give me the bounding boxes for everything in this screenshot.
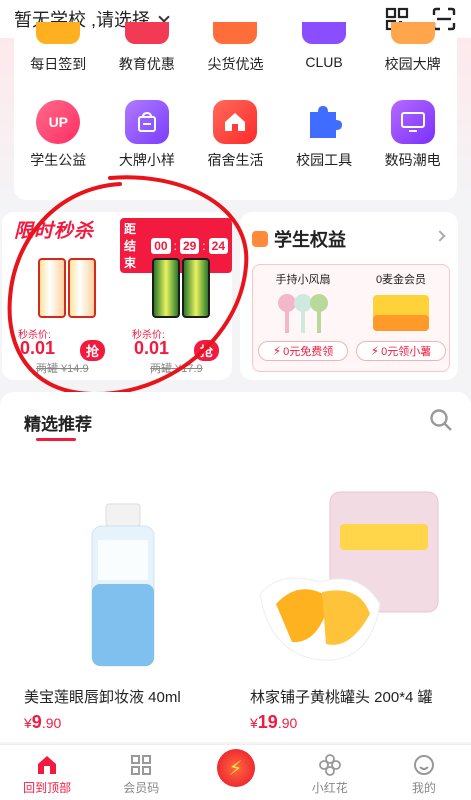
nav-campus-brands[interactable]: 校园大牌 [368, 22, 457, 74]
rights-item-name: 0麦金会员 [375, 274, 427, 286]
nav-label: 宿舍生活 [207, 152, 264, 168]
tab-label: 会员码 [123, 781, 160, 795]
edu-icon [124, 22, 169, 44]
quick-nav-card: 每日签到 教育优惠 尖货优选 CLUB 校园大牌 UP 学生公益 大牌小样 宿舍… [14, 22, 457, 200]
house-icon [213, 100, 258, 144]
puzzle-icon [302, 100, 346, 144]
flash-sale-header: 限时秒杀 距结束 00 : 29 : 24 [2, 212, 232, 273]
tab-back-to-top[interactable]: 回到顶部 [0, 745, 94, 800]
recommend-title: 精选推荐 [24, 415, 92, 434]
product-image [14, 474, 232, 674]
nav-student-charity[interactable]: UP 学生公益 [14, 100, 103, 170]
flash-sale-title: 限时秒杀 [14, 221, 95, 242]
product-card-makeup-remover[interactable]: 美宝莲眼唇卸妆液 40ml ¥9.90 [14, 474, 232, 736]
product-card-yellow-peach[interactable]: 林家铺子黄桃罐头 200*4 罐 ¥19.90 [240, 474, 458, 736]
tab-little-red-flower[interactable]: 小红花 [283, 745, 377, 800]
bottom-tab-bar: 回到顶部 会员码 ⚡ 小红花 我的 [0, 744, 471, 800]
tab-lightning[interactable]: ⚡ [188, 745, 282, 800]
quick-nav-row-2: UP 学生公益 大牌小样 宿舍生活 校园工具 数码潮电 [14, 100, 457, 170]
shopping-bag-icon [124, 100, 169, 144]
nav-label: 校园工具 [296, 152, 353, 168]
product-price: ¥19.90 [250, 712, 298, 732]
lightning-icon: ⚡ [216, 749, 255, 787]
rights-items: 手持小风扇 ⚡ 0元免费领 0麦金会员 ⚡ 0元领小薯 [252, 264, 450, 372]
up-heart-icon: UP [36, 100, 81, 144]
campus-brands-icon [390, 22, 435, 44]
rights-item-fan[interactable]: 手持小风扇 ⚡ 0元免费领 [255, 271, 351, 361]
tab-label: 回到顶部 [23, 781, 72, 795]
flash-price: 0.01 [20, 338, 56, 358]
tab-underline [36, 438, 76, 441]
nav-edu-discount[interactable]: 教育优惠 [103, 22, 192, 74]
product-image [152, 258, 210, 318]
grab-button[interactable]: 抢 [80, 340, 106, 361]
student-rights-title: 学生权益 [274, 230, 346, 250]
nav-label: 大牌小样 [118, 152, 175, 168]
nav-label: 教育优惠 [118, 56, 175, 72]
lightning-icon: ⚡ [370, 344, 380, 358]
flower-icon [318, 753, 342, 777]
monitor-icon [390, 100, 435, 144]
member-card-image [371, 291, 431, 335]
student-rights-header: 学生权益 [252, 226, 346, 252]
original-price: 两罐 ¥17.9 [150, 363, 203, 375]
colon: : [173, 238, 177, 253]
flash-price: 0.01 [134, 338, 170, 358]
search-icon[interactable] [429, 408, 453, 437]
nav-label: 学生公益 [30, 152, 87, 168]
nav-label: 每日签到 [30, 56, 87, 72]
tab-mine[interactable]: 我的 [377, 745, 471, 800]
nav-dorm-life[interactable]: 宿舍生活 [191, 100, 280, 170]
top-picks-icon [213, 22, 258, 44]
club-icon [302, 22, 347, 44]
product-image [240, 474, 458, 674]
nav-daily-checkin[interactable]: 每日签到 [14, 22, 103, 74]
grab-button[interactable]: 抢 [194, 340, 220, 361]
flash-product-1[interactable]: 秒杀价: 0.01 抢 两罐 ¥14.9 [18, 252, 118, 376]
tab-label: 小红花 [311, 781, 348, 795]
tab-member-code[interactable]: 会员码 [94, 745, 188, 800]
nav-label: 尖货优选 [207, 56, 264, 72]
rights-badge-icon [252, 231, 268, 247]
tab-label: 我的 [411, 781, 436, 795]
original-price: 两罐 ¥14.9 [36, 363, 89, 375]
colon: : [202, 238, 206, 253]
quick-nav-row-1: 每日签到 教育优惠 尖货优选 CLUB 校园大牌 [14, 22, 457, 74]
product-image [38, 258, 96, 318]
nav-brand-samples[interactable]: 大牌小样 [103, 100, 192, 170]
nav-club[interactable]: CLUB [280, 22, 369, 74]
chevron-down-icon [158, 11, 170, 23]
flash-product-2[interactable]: 秒杀价: 0.01 抢 两罐 ¥17.9 [132, 252, 232, 376]
home-icon [35, 753, 59, 777]
checkin-icon [36, 22, 81, 44]
chevron-right-icon[interactable] [434, 230, 446, 242]
nav-label: 校园大牌 [384, 56, 441, 72]
profile-icon [412, 753, 436, 777]
nav-label: 数码潮电 [384, 152, 441, 168]
product-price: ¥9.90 [24, 712, 62, 732]
nav-top-picks[interactable]: 尖货优选 [191, 22, 280, 74]
product-name: 美宝莲眼唇卸妆液 40ml [24, 689, 181, 706]
nav-campus-tools[interactable]: 校园工具 [280, 100, 369, 170]
claim-button[interactable]: ⚡ 0元领小薯 [356, 341, 446, 361]
lightning-icon: ⚡ [272, 344, 282, 358]
rights-item-member[interactable]: 0麦金会员 ⚡ 0元领小薯 [353, 271, 449, 361]
member-code-icon [129, 753, 153, 777]
student-rights-card[interactable]: 学生权益 手持小风扇 ⚡ 0元免费领 0麦金会员 ⚡ 0元领小薯 [240, 212, 458, 380]
hand-fan-image [273, 291, 333, 335]
nav-label: CLUB [305, 54, 343, 70]
rights-item-name: 手持小风扇 [275, 274, 331, 286]
recommend-section: 精选推荐 美宝莲眼唇卸妆液 40ml ¥9.90 林家铺子黄桃罐头 200*4 … [0, 392, 471, 742]
nav-digital-gadgets[interactable]: 数码潮电 [368, 100, 457, 170]
claim-button[interactable]: ⚡ 0元免费领 [258, 341, 348, 361]
flash-sale-card[interactable]: 限时秒杀 距结束 00 : 29 : 24 秒杀价: 0.01 抢 两罐 ¥14… [2, 212, 232, 380]
icon-text: UP [48, 114, 69, 130]
product-name: 林家铺子黄桃罐头 200*4 罐 [250, 689, 433, 706]
